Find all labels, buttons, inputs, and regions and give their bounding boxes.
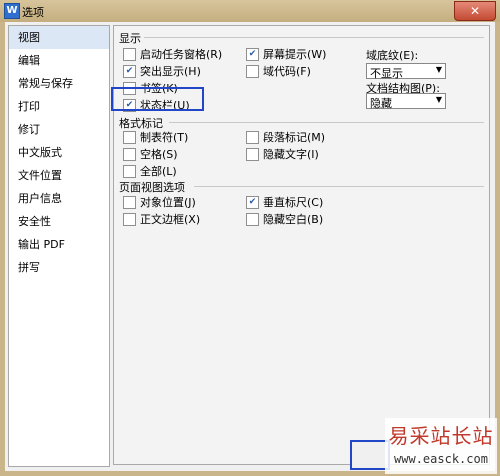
sidebar-item-file-locations[interactable]: 文件位置 bbox=[9, 164, 109, 187]
option-label: 对象位置(J) bbox=[140, 196, 196, 209]
option-label: 正文边框(X) bbox=[140, 213, 201, 226]
field-codes-option[interactable]: 域代码(F) bbox=[246, 63, 311, 79]
dropdown-arrow-icon: ▼ bbox=[435, 95, 442, 104]
checkbox-checked[interactable]: ✔ bbox=[246, 47, 259, 61]
vertical-ruler-option[interactable]: ✔ 垂直标尺(C) bbox=[246, 194, 323, 210]
sidebar-item-security[interactable]: 安全性 bbox=[9, 210, 109, 233]
highlight-option[interactable]: ✔ 突出显示(H) bbox=[123, 63, 201, 79]
ok-button[interactable] bbox=[350, 440, 390, 470]
option-label: 屏幕提示(W) bbox=[263, 48, 327, 61]
checkbox[interactable] bbox=[123, 212, 136, 226]
section-title-display: 显示 bbox=[119, 32, 141, 45]
dropdown-arrow-icon: ▼ bbox=[435, 65, 442, 74]
paragraph-marks-option[interactable]: 段落标记(M) bbox=[246, 129, 325, 145]
sidebar: 视图 编辑 常规与保存 打印 修订 中文版式 文件位置 用户信息 安全性 输出 … bbox=[8, 25, 110, 467]
startup-pane-option[interactable]: 启动任务窗格(R) bbox=[123, 46, 222, 62]
option-label: 突出显示(H) bbox=[140, 65, 201, 78]
watermark-url: www.easck.com bbox=[394, 452, 488, 466]
checkbox[interactable] bbox=[123, 195, 136, 209]
option-label: 空格(S) bbox=[140, 148, 178, 161]
sidebar-item-spelling[interactable]: 拼写 bbox=[9, 256, 109, 279]
sidebar-item-general-save[interactable]: 常规与保存 bbox=[9, 72, 109, 95]
option-label: 全部(L) bbox=[140, 165, 177, 178]
option-label: 垂直标尺(C) bbox=[263, 196, 324, 209]
watermark-title: 易采站长站 bbox=[388, 424, 494, 448]
option-label: 隐藏空白(B) bbox=[263, 213, 324, 226]
all-marks-option[interactable]: 全部(L) bbox=[123, 163, 177, 179]
spaces-marks-option[interactable]: 空格(S) bbox=[123, 146, 178, 162]
section-divider bbox=[169, 122, 484, 123]
sidebar-item-revision[interactable]: 修订 bbox=[9, 118, 109, 141]
object-position-option[interactable]: 对象位置(J) bbox=[123, 194, 196, 210]
window-title: 选项 bbox=[22, 6, 44, 19]
checkbox[interactable] bbox=[246, 147, 259, 161]
text-boundaries-option[interactable]: 正文边框(X) bbox=[123, 211, 200, 227]
doc-map-select[interactable]: 隐藏 ▼ bbox=[366, 93, 446, 110]
hide-whitespace-option[interactable]: 隐藏空白(B) bbox=[246, 211, 323, 227]
checkbox[interactable] bbox=[246, 64, 259, 78]
option-label: 域代码(F) bbox=[263, 65, 311, 78]
checkbox[interactable] bbox=[246, 130, 259, 144]
hidden-text-option[interactable]: 隐藏文字(I) bbox=[246, 146, 319, 162]
section-title-page-view: 页面视图选项 bbox=[119, 181, 185, 194]
status-bar-highlight-box bbox=[111, 87, 204, 111]
sidebar-item-chinese-layout[interactable]: 中文版式 bbox=[9, 141, 109, 164]
close-button[interactable]: ✕ bbox=[454, 1, 496, 21]
field-shading-label: 域底纹(E): bbox=[366, 49, 419, 62]
wps-logo-icon: W bbox=[4, 3, 20, 19]
option-label: 制表符(T) bbox=[140, 131, 189, 144]
title-bar: W 选项 ✕ bbox=[0, 0, 500, 22]
sidebar-item-edit[interactable]: 编辑 bbox=[9, 49, 109, 72]
screen-tips-option[interactable]: ✔ 屏幕提示(W) bbox=[246, 46, 326, 62]
sidebar-item-user-info[interactable]: 用户信息 bbox=[9, 187, 109, 210]
section-divider bbox=[144, 37, 484, 38]
section-divider bbox=[194, 186, 484, 187]
tab-marks-option[interactable]: 制表符(T) bbox=[123, 129, 188, 145]
option-label: 隐藏文字(I) bbox=[263, 148, 319, 161]
sidebar-item-view[interactable]: 视图 bbox=[9, 26, 109, 49]
select-value: 不显示 bbox=[370, 67, 403, 80]
checkbox[interactable] bbox=[246, 212, 259, 226]
field-shading-select[interactable]: 不显示 ▼ bbox=[366, 63, 446, 80]
checkbox-checked[interactable]: ✔ bbox=[246, 195, 259, 209]
option-label: 启动任务窗格(R) bbox=[140, 48, 223, 61]
sidebar-item-export-pdf[interactable]: 输出 PDF bbox=[9, 233, 109, 256]
checkbox[interactable] bbox=[123, 130, 136, 144]
checkbox[interactable] bbox=[123, 147, 136, 161]
sidebar-item-print[interactable]: 打印 bbox=[9, 95, 109, 118]
checkbox[interactable] bbox=[123, 47, 136, 61]
option-label: 段落标记(M) bbox=[263, 131, 326, 144]
watermark: 易采站长站 www.easck.com bbox=[385, 418, 497, 474]
checkbox[interactable] bbox=[123, 164, 136, 178]
checkbox-checked[interactable]: ✔ bbox=[123, 64, 136, 78]
select-value: 隐藏 bbox=[370, 97, 392, 110]
options-dialog: 视图 编辑 常规与保存 打印 修订 中文版式 文件位置 用户信息 安全性 输出 … bbox=[5, 22, 495, 471]
